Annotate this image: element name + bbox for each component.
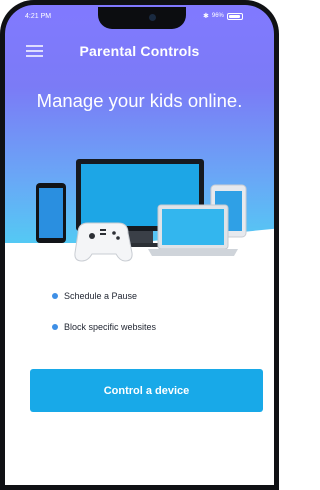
status-right: ✱ 96% <box>203 12 243 20</box>
phone-notch <box>98 7 186 29</box>
page-title: Parental Controls <box>79 43 200 59</box>
laptop-icon <box>148 204 238 256</box>
control-device-button[interactable]: Control a device <box>30 369 263 412</box>
bullet-icon <box>52 324 58 330</box>
bullet-icon <box>52 293 58 299</box>
battery-percent: 96% <box>211 13 224 19</box>
phone-icon <box>36 183 66 243</box>
hero-subtitle: Manage your kids online. <box>36 90 243 111</box>
game-controller-icon <box>74 222 133 262</box>
bluetooth-icon: ✱ <box>203 13 209 20</box>
devices-illustration <box>36 159 247 262</box>
status-time: 4:21 PM <box>25 13 52 20</box>
battery-icon <box>226 12 243 20</box>
feature-item: Schedule a Pause <box>64 291 138 301</box>
feature-item: Block specific websites <box>64 322 157 332</box>
phone-frame: 4:21 PM ✱ 96% Parental Controls Manage y… <box>0 0 279 490</box>
camera-icon <box>149 14 156 21</box>
